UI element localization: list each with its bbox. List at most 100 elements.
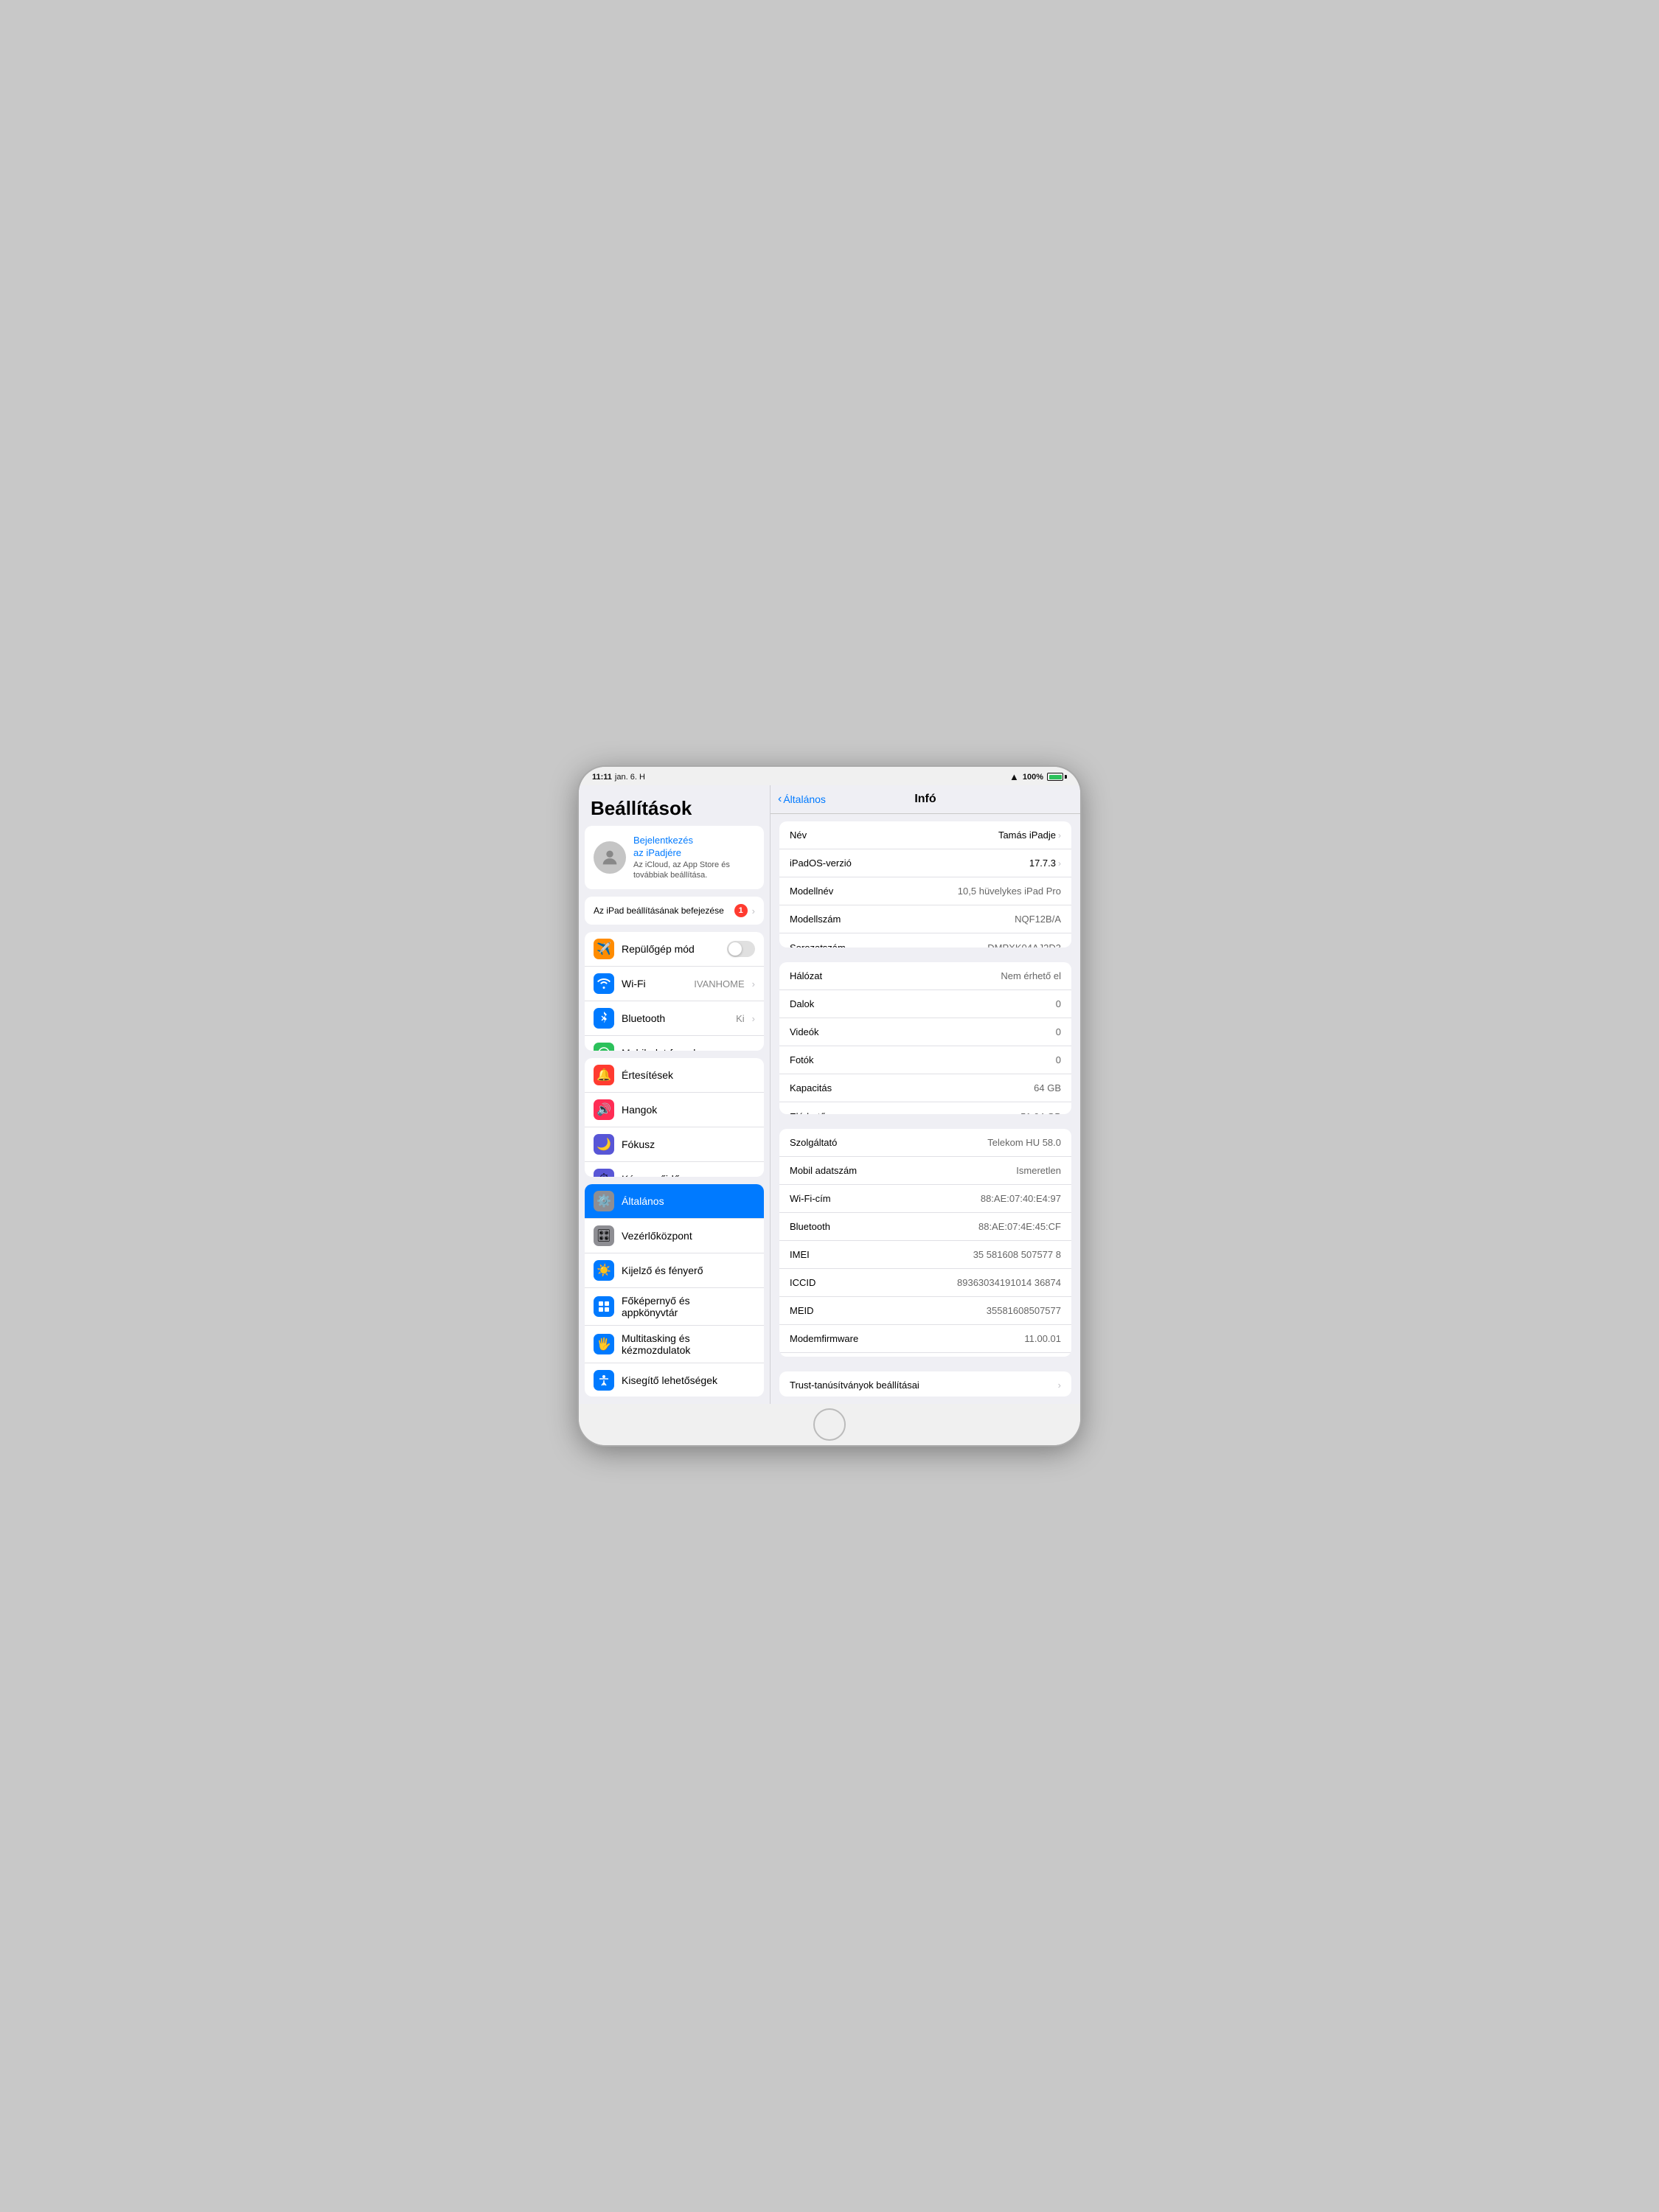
nav-title: Infó [914, 793, 936, 806]
nav-back-button[interactable]: ‹ Általános [778, 793, 826, 806]
info-row-serial: Sorozatszám DMPXK04AJ2D3 [779, 933, 1071, 947]
info-row-ios[interactable]: iPadOS-verzió 17.7.3 › [779, 849, 1071, 877]
settings-item-focus[interactable]: 🌙 Fókusz [585, 1127, 764, 1162]
home-button[interactable] [813, 1408, 846, 1441]
info-row-mobile-number: Mobil adatszám Ismeretlen [779, 1157, 1071, 1185]
accessibility-label: Kisegítő lehetőségek [622, 1374, 755, 1386]
ipad-device: 11:11 jan. 6. H ▲ 100% Beállítások [579, 767, 1080, 1445]
value-iccid: 89363034191014 36874 [957, 1277, 1061, 1288]
account-card[interactable]: Bejelentkezés az iPadjére Az iCloud, az … [585, 826, 764, 889]
label-trust: Trust-tanúsítványok beállításai [790, 1380, 919, 1391]
value-wifi-addr: 88:AE:07:40:E4:97 [981, 1193, 1061, 1204]
info-row-meid: MEID 35581608507577 [779, 1297, 1071, 1325]
label-wifi-addr: Wi-Fi-cím [790, 1193, 831, 1204]
airplane-label: Repülőgép mód [622, 943, 720, 955]
focus-label: Fókusz [622, 1138, 755, 1150]
mobile-data-label: Mobiladat-forgalom [622, 1047, 755, 1051]
multitask-label: Multitasking éskézmozdulatok [622, 1332, 755, 1356]
battery-percent: 100% [1023, 773, 1043, 782]
wifi-label: Wi-Fi [622, 978, 686, 990]
info-row-videos: Videók 0 [779, 1018, 1071, 1046]
name-chevron: › [1058, 830, 1061, 841]
value-songs: 0 [1056, 998, 1061, 1009]
info-row-imei: IMEI 35 581608 507577 8 [779, 1241, 1071, 1269]
value-available: 51,04 GB [1020, 1111, 1061, 1114]
general-label: Általános [622, 1195, 755, 1207]
settings-item-homescreen[interactable]: Főképernyő ésappkönyvtár [585, 1288, 764, 1326]
label-videos: Videók [790, 1026, 819, 1037]
label-modem: Modemfirmware [790, 1333, 858, 1344]
settings-item-accessibility[interactable]: Kisegítő lehetőségek [585, 1363, 764, 1397]
value-bt-addr: 88:AE:07:4E:45:CF [978, 1221, 1061, 1232]
settings-item-general[interactable]: ⚙️ Általános [585, 1184, 764, 1219]
settings-item-display[interactable]: ☀️ Kijelző és fényerő [585, 1253, 764, 1288]
value-modem: 11.00.01 [1024, 1333, 1061, 1344]
settings-item-screentime[interactable]: ⏱ Képernyőidő [585, 1162, 764, 1177]
bluetooth-label: Bluetooth [622, 1012, 728, 1024]
airplane-toggle[interactable] [727, 941, 755, 957]
info-row-seid[interactable]: SEID › [779, 1353, 1071, 1357]
label-serial: Sorozatszám [790, 942, 846, 948]
settings-item-airplane[interactable]: ✈️ Repülőgép mód [585, 932, 764, 967]
accessibility-icon [594, 1370, 614, 1391]
label-songs: Dalok [790, 998, 814, 1009]
info-row-trust[interactable]: Trust-tanúsítványok beállításai › [779, 1371, 1071, 1397]
info-section-device: Név Tamás iPadje › iPadOS-verzió 17.7.3 … [779, 821, 1071, 947]
back-arrow-icon: ‹ [778, 793, 782, 806]
label-iccid: ICCID [790, 1277, 815, 1288]
settings-item-bluetooth[interactable]: Bluetooth Ki › [585, 1001, 764, 1036]
label-network: Hálózat [790, 970, 822, 981]
label-meid: MEID [790, 1305, 814, 1316]
label-name: Név [790, 830, 807, 841]
info-row-capacity: Kapacitás 64 GB [779, 1074, 1071, 1102]
display-icon: ☀️ [594, 1260, 614, 1281]
wifi-value: IVANHOME [694, 978, 744, 990]
label-capacity: Kapacitás [790, 1082, 832, 1093]
value-photos: 0 [1056, 1054, 1061, 1065]
settings-item-mobile[interactable]: Mobiladat-forgalom [585, 1036, 764, 1051]
settings-item-multitask[interactable]: 🖐 Multitasking éskézmozdulatok [585, 1326, 764, 1363]
value-network: Nem érhető el [1001, 970, 1061, 981]
value-videos: 0 [1056, 1026, 1061, 1037]
info-row-wifi-addr: Wi-Fi-cím 88:AE:07:40:E4:97 [779, 1185, 1071, 1213]
info-row-model-name: Modellnév 10,5 hüvelykes iPad Pro [779, 877, 1071, 905]
info-section-network: Szolgáltató Telekom HU 58.0 Mobil adatsz… [779, 1129, 1071, 1357]
notification-group: 🔔 Értesítések 🔊 Hangok 🌙 Fókusz ⏱ Képern… [585, 1058, 764, 1177]
settings-item-wifi[interactable]: Wi-Fi IVANHOME › [585, 967, 764, 1001]
wifi-chevron: › [752, 978, 755, 990]
info-row-bt-addr: Bluetooth 88:AE:07:4E:45:CF [779, 1213, 1071, 1241]
info-row-model-num: Modellszám NQF12B/A [779, 905, 1071, 933]
value-ios: 17.7.3 › [1029, 858, 1061, 869]
setup-card[interactable]: Az iPad beállításának befejezése 1 › [585, 897, 764, 925]
value-serial: DMPXK04AJ2D3 [987, 942, 1061, 948]
status-time: 11:11 [592, 773, 612, 782]
main-panel: ‹ Általános Infó Név Tamás iPadje › iPad… [771, 785, 1080, 1404]
screentime-icon: ⏱ [594, 1169, 614, 1177]
general-group: ⚙️ Általános 🎛 Vezérlőközpont ☀️ Kijelző… [585, 1184, 764, 1397]
trust-chevron: › [1058, 1380, 1061, 1391]
control-icon: 🎛 [594, 1225, 614, 1246]
login-sub: Az iCloud, az App Store és továbbiak beá… [633, 860, 755, 881]
settings-item-control[interactable]: 🎛 Vezérlőközpont [585, 1219, 764, 1253]
notifications-label: Értesítések [622, 1069, 755, 1081]
screentime-label: Képernyőidő [622, 1173, 755, 1177]
control-label: Vezérlőközpont [622, 1230, 755, 1242]
label-model-num: Modellszám [790, 914, 841, 925]
settings-item-notifications[interactable]: 🔔 Értesítések [585, 1058, 764, 1093]
device-bottom [579, 1404, 1080, 1445]
airplane-icon: ✈️ [594, 939, 614, 959]
wifi-settings-icon [594, 973, 614, 994]
general-icon: ⚙️ [594, 1191, 614, 1211]
homescreen-label: Főképernyő ésappkönyvtár [622, 1295, 755, 1318]
label-photos: Fotók [790, 1054, 814, 1065]
nav-header: ‹ Általános Infó [771, 785, 1080, 814]
homescreen-icon [594, 1296, 614, 1317]
value-imei: 35 581608 507577 8 [973, 1249, 1061, 1260]
battery-icon [1047, 773, 1067, 781]
value-carrier: Telekom HU 58.0 [987, 1137, 1061, 1148]
info-row-name[interactable]: Név Tamás iPadje › [779, 821, 1071, 849]
label-model-name: Modellnév [790, 886, 833, 897]
sidebar-title: Beállítások [579, 785, 770, 826]
settings-item-sounds[interactable]: 🔊 Hangok [585, 1093, 764, 1127]
setup-chevron: › [752, 905, 755, 917]
